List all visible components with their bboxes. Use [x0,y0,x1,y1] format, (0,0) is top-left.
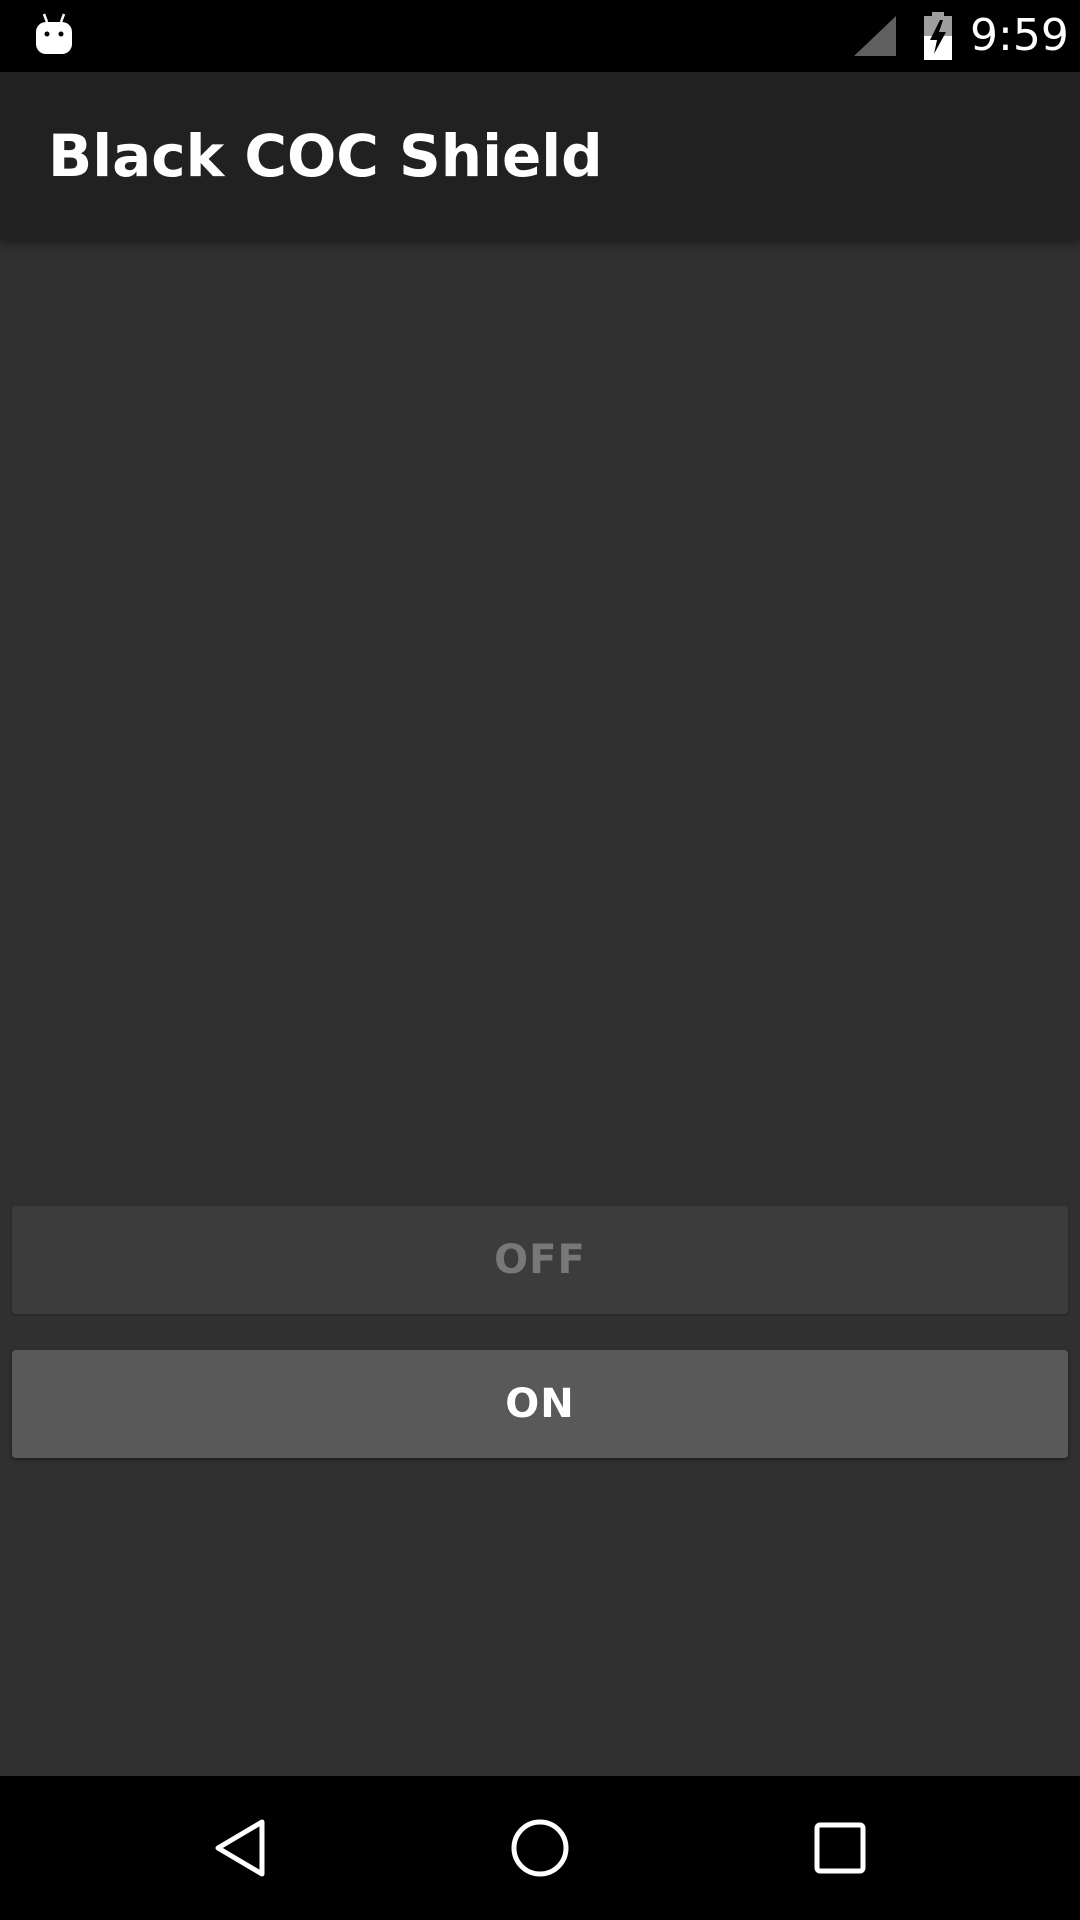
app-title: Black COC Shield [48,122,603,190]
recents-icon[interactable] [790,1798,890,1898]
home-icon[interactable] [490,1798,590,1898]
on-button[interactable]: ON [12,1350,1068,1458]
battery-charging-icon [922,12,954,60]
back-icon[interactable] [190,1798,290,1898]
off-button[interactable]: OFF [12,1206,1068,1314]
cell-signal-icon [852,14,898,58]
navigation-bar [0,1776,1080,1920]
status-time: 9:59 [970,10,1069,61]
screen: 9:59 Black COC Shield OFF ON [0,0,1080,1920]
android-icon [34,12,74,56]
main-content: OFF ON [0,240,1080,1776]
app-bar: Black COC Shield [0,72,1080,240]
status-bar: 9:59 [0,0,1080,72]
